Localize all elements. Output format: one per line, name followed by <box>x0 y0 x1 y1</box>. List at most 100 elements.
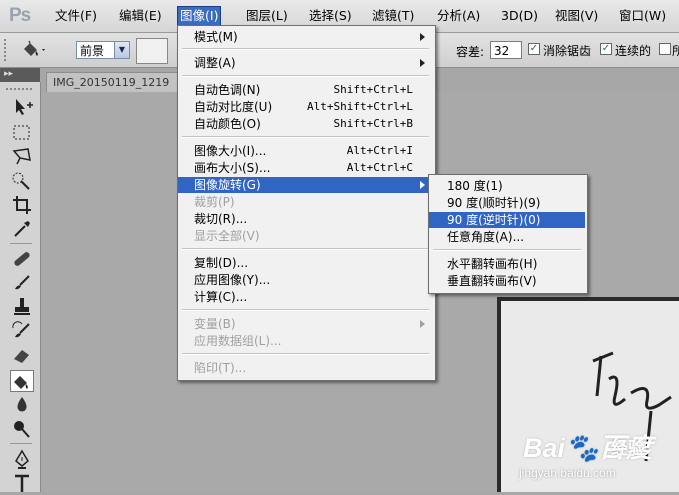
lasso-icon <box>12 148 31 165</box>
dodge-icon <box>14 421 30 438</box>
type-tool[interactable] <box>10 472 34 494</box>
dodge-tool[interactable] <box>10 418 34 440</box>
history-brush-tool[interactable] <box>10 320 34 342</box>
menu-item-label: 任意角度(A)... <box>447 230 525 244</box>
menu-item-auto-color[interactable]: 自动颜色(O) Shift+Ctrl+B <box>178 116 433 132</box>
menu-file[interactable]: 文件(F) <box>53 7 99 25</box>
pen-icon <box>15 449 29 469</box>
paint-bucket-icon <box>14 376 28 389</box>
menu-item-flip-vertical[interactable]: 垂直翻转画布(V) <box>429 273 585 289</box>
tools-panel <box>0 82 41 492</box>
all-layers-label: 所 <box>672 44 679 58</box>
menu-item-shortcut: Alt+Shift+Ctrl+L <box>307 100 413 113</box>
contiguous-checkbox[interactable]: ✓ <box>600 43 612 55</box>
menu-item-apply-image[interactable]: 应用图像(Y)... <box>178 272 433 288</box>
menu-item-canvas-size[interactable]: 画布大小(S)... Alt+Ctrl+C <box>178 160 433 176</box>
menu-window[interactable]: 窗口(W) <box>617 7 668 25</box>
menu-item-label: 图像旋转(G) <box>194 178 261 192</box>
options-grip[interactable] <box>4 39 10 61</box>
paint-bucket-tool[interactable] <box>10 370 34 392</box>
eraser-tool[interactable] <box>10 344 34 366</box>
move-tool[interactable] <box>10 96 34 118</box>
lasso-tool[interactable] <box>10 146 34 168</box>
menu-item-label: 陷印(T)... <box>194 361 247 375</box>
menu-separator <box>182 353 429 355</box>
menu-item-label: 自动色调(N) <box>194 83 261 97</box>
menu-item-label: 应用图像(Y)... <box>194 273 271 287</box>
menu-item-label: 裁剪(P) <box>194 195 235 209</box>
menu-item-label: 裁切(R)... <box>194 212 248 226</box>
pattern-picker[interactable] <box>136 38 168 64</box>
image-menu-dropdown: 模式(M) 调整(A) 自动色调(N) Shift+Ctrl+L 自动对比度(U)… <box>177 25 436 381</box>
menu-item-shortcut: Shift+Ctrl+L <box>333 83 413 96</box>
eyedropper-tool[interactable] <box>10 218 34 240</box>
menu-item-label: 图像大小(I)... <box>194 144 267 158</box>
marquee-tool[interactable] <box>10 122 34 144</box>
menu-item-label: 复制(D)... <box>194 256 249 270</box>
drop-icon <box>17 397 27 412</box>
tool-preset-picker[interactable] <box>20 39 50 61</box>
document-tab[interactable]: IMG_20150119_1219 <box>46 72 186 92</box>
type-icon <box>15 474 29 492</box>
tools-grip[interactable] <box>6 88 32 93</box>
watermark-url: jingyan.baidu.com <box>519 466 616 480</box>
menu-item-image-rotation[interactable]: 图像旋转(G) <box>178 177 433 193</box>
menu-item-flip-horizontal[interactable]: 水平翻转画布(H) <box>429 256 585 272</box>
menu-layer[interactable]: 图层(L) <box>244 7 290 25</box>
clone-stamp-tool[interactable] <box>10 296 34 318</box>
submenu-arrow-icon <box>420 181 425 189</box>
antialias-checkbox[interactable]: ✓ <box>528 43 540 55</box>
move-icon <box>16 99 33 115</box>
menu-item-label: 画布大小(S)... <box>194 161 271 175</box>
fill-source-value: 前景 <box>80 44 105 58</box>
healing-brush-tool[interactable] <box>10 248 34 270</box>
menu-item-shortcut: Alt+Ctrl+C <box>346 161 413 174</box>
menu-item-mode[interactable]: 模式(M) <box>178 29 433 45</box>
submenu-arrow-icon <box>420 33 425 41</box>
menu-item-image-size[interactable]: 图像大小(I)... Alt+Ctrl+I <box>178 143 433 159</box>
all-layers-checkbox[interactable] <box>659 43 671 55</box>
menu-image[interactable]: 图像(I) <box>177 6 222 26</box>
menu-item-rotate-180[interactable]: 180 度(1) <box>429 178 585 194</box>
watermark-sub: 经验 <box>611 439 645 459</box>
menu-item-auto-contrast[interactable]: 自动对比度(U) Alt+Shift+Ctrl+L <box>178 99 433 115</box>
brush-tool[interactable] <box>10 272 34 294</box>
menu-filter[interactable]: 滤镜(T) <box>370 7 416 25</box>
eyedropper-icon <box>14 221 30 237</box>
menu-item-duplicate[interactable]: 复制(D)... <box>178 255 433 271</box>
paint-bucket-icon <box>24 40 45 56</box>
menu-item-label: 水平翻转画布(H) <box>447 257 538 271</box>
menu-item-crop: 裁剪(P) <box>178 194 433 210</box>
submenu-arrow-icon <box>420 59 425 67</box>
tools-panel-header[interactable]: ▸▸ <box>0 68 40 82</box>
menu-edit[interactable]: 编辑(E) <box>117 7 164 25</box>
menu-item-auto-tone[interactable]: 自动色调(N) Shift+Ctrl+L <box>178 82 433 98</box>
antialias-label: 消除锯齿 <box>543 44 592 58</box>
menu-item-shortcut: Alt+Ctrl+I <box>346 144 413 157</box>
menu-item-calculations[interactable]: 计算(C)... <box>178 289 433 305</box>
menu-item-label: 自动对比度(U) <box>194 100 273 114</box>
menu-3d[interactable]: 3D(D) <box>499 7 540 25</box>
menu-select[interactable]: 选择(S) <box>307 7 354 25</box>
menu-item-rotate-90-cw[interactable]: 90 度(顺时针)(9) <box>429 195 585 211</box>
menu-item-rotate-arbitrary[interactable]: 任意角度(A)... <box>429 229 585 245</box>
tools-divider <box>10 443 32 444</box>
contiguous-label: 连续的 <box>615 44 652 58</box>
crop-tool[interactable] <box>10 194 34 216</box>
fill-source-select[interactable]: 前景 ▼ <box>76 41 130 59</box>
magic-wand-icon <box>12 172 30 190</box>
tools-divider <box>10 243 32 244</box>
quick-selection-tool[interactable] <box>10 170 34 192</box>
bandage-icon <box>14 252 30 266</box>
tolerance-label: 容差: <box>456 45 485 59</box>
menu-item-adjustments[interactable]: 调整(A) <box>178 55 433 71</box>
baidu-watermark: Bai🐾百度 经验 jingyan.baidu.com <box>519 420 679 492</box>
pen-tool[interactable] <box>10 448 34 470</box>
menu-item-rotate-90-ccw[interactable]: 90 度(逆时针)(0) <box>429 212 585 228</box>
menu-view[interactable]: 视图(V) <box>553 7 600 25</box>
chevron-down-icon: ▼ <box>114 42 129 58</box>
menu-item-trim[interactable]: 裁切(R)... <box>178 211 433 227</box>
tolerance-input[interactable]: 32 <box>490 41 522 59</box>
blur-tool[interactable] <box>10 394 34 416</box>
menu-analysis[interactable]: 分析(A) <box>435 7 482 25</box>
